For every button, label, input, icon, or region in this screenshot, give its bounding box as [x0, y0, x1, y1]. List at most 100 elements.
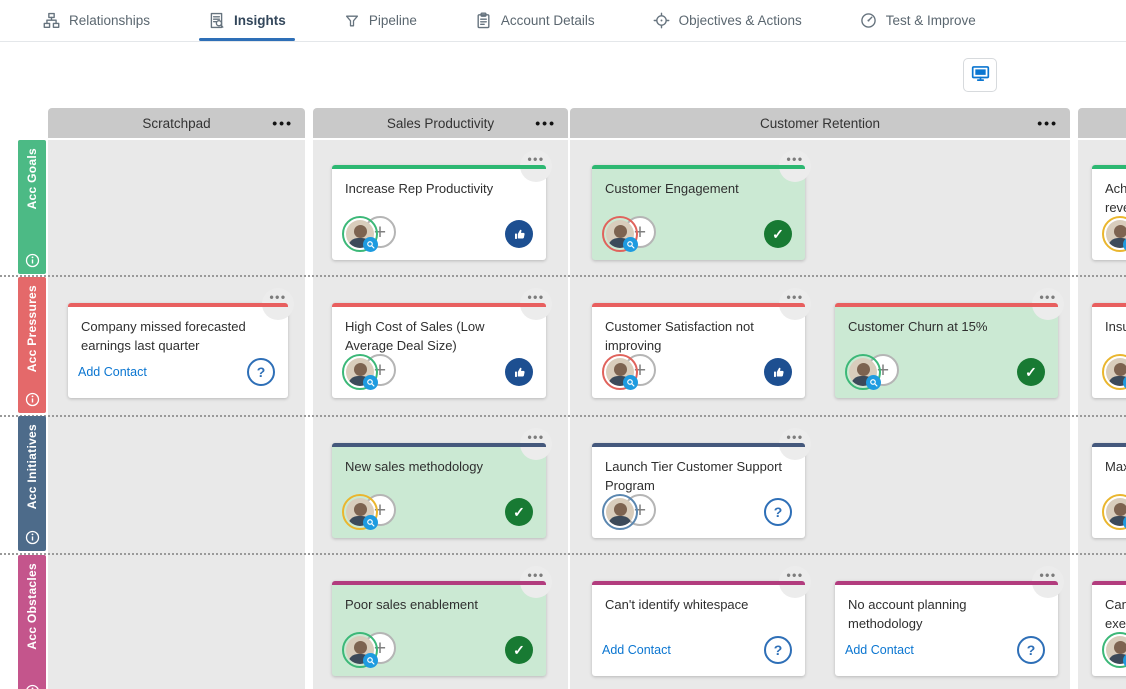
ellipsis-icon[interactable]: ••• [1037, 108, 1058, 138]
insight-card-high-cost-of-sales-low-average-deal-size[interactable]: •••High Cost of Sales (Low Average Deal … [332, 303, 546, 398]
insight-card-customer-satisfaction-not-improving[interactable]: •••Customer Satisfaction not improving+ [592, 303, 805, 398]
column-title: Scratchpad [142, 116, 210, 131]
status-question-icon[interactable]: ? [1017, 636, 1045, 664]
add-contact-link[interactable]: Add Contact [602, 643, 671, 657]
insight-card-can-t-identify-whitespace[interactable]: •••Can't identify whitespaceAdd Contact? [592, 581, 805, 676]
magnifier-badge-icon [363, 375, 378, 390]
card-title-line: No account planning methodology [848, 595, 1044, 633]
avatar[interactable] [1102, 216, 1126, 252]
row-label-text: Acc Pressures [25, 285, 39, 372]
card-footer: +✓ [342, 631, 533, 669]
insight-card-poor-sales-enablement[interactable]: •••Poor sales enablement+✓ [332, 581, 546, 676]
tab-relationships[interactable]: Relationships [14, 0, 179, 41]
contact-cluster: + [845, 354, 905, 390]
card-footer: + [342, 215, 533, 253]
ellipsis-icon[interactable]: ••• [272, 108, 293, 138]
present-button[interactable] [963, 58, 997, 92]
avatar[interactable] [602, 216, 638, 252]
ellipsis-icon[interactable]: ••• [535, 108, 556, 138]
contact-cluster: + [342, 632, 402, 668]
avatar-photo [606, 498, 634, 526]
card-title-line: Maxi [1105, 457, 1126, 476]
row-label-acc-initiatives: Acc Initiatives [18, 416, 46, 551]
avatar[interactable] [1102, 354, 1126, 390]
card-title: High Cost of Sales (Low Average Deal Siz… [332, 307, 546, 355]
monitor-icon [971, 65, 990, 85]
avatar[interactable] [1102, 632, 1126, 668]
row-separator [0, 553, 1126, 555]
contact-cluster: + [1102, 632, 1126, 668]
insight-card-can-t[interactable]: Can'texec+ [1092, 581, 1126, 676]
status-thumbs-up-icon[interactable] [764, 358, 792, 386]
magnifier-badge-icon [363, 515, 378, 530]
insight-card-customer-engagement[interactable]: •••Customer Engagement+✓ [592, 165, 805, 260]
column-header-sales-productivity: Sales Productivity••• [313, 108, 568, 138]
card-footer: + [602, 353, 792, 391]
contact-cluster: + [602, 354, 662, 390]
card-title-line: Achi [1105, 179, 1126, 198]
info-icon[interactable] [25, 392, 40, 407]
card-title: No account planning methodology [835, 585, 1058, 633]
avatar[interactable] [602, 494, 638, 530]
avatar[interactable] [845, 354, 881, 390]
contact-cluster: + [342, 216, 402, 252]
status-check-icon[interactable]: ✓ [764, 220, 792, 248]
insight-card-maxi[interactable]: Maxi+ [1092, 443, 1126, 538]
insights-board-screen: Relationships InsightsPipelineAccount Det… [0, 0, 1126, 689]
card-title-line: Can't identify whitespace [605, 595, 791, 614]
avatar[interactable] [342, 494, 378, 530]
avatar[interactable] [602, 354, 638, 390]
insight-card-increase-rep-productivity[interactable]: •••Increase Rep Productivity+ [332, 165, 546, 260]
avatar[interactable] [1102, 494, 1126, 530]
tab-account-details[interactable]: Account Details [446, 0, 624, 41]
status-question-icon[interactable]: ? [764, 636, 792, 664]
tab-pipeline[interactable]: Pipeline [315, 0, 446, 41]
avatar[interactable] [342, 354, 378, 390]
info-icon[interactable] [25, 253, 40, 268]
card-title: Launch Tier Customer Support Program [592, 447, 805, 495]
status-thumbs-up-icon[interactable] [505, 220, 533, 248]
org-chart-icon [43, 12, 60, 29]
row-label-acc-goals: Acc Goals [18, 140, 46, 274]
card-title-line: Company missed forecasted earnings last … [81, 317, 274, 355]
card-title: Customer Churn at 15% [835, 307, 1058, 336]
tab-objectives-actions[interactable]: Objectives & Actions [624, 0, 831, 41]
insight-card-achi[interactable]: Achirever+ [1092, 165, 1126, 260]
insight-card-new-sales-methodology[interactable]: •••New sales methodology+✓ [332, 443, 546, 538]
tab-label: Relationships [69, 13, 150, 28]
insight-card-company-missed-forecasted-earnings-last-quarter[interactable]: •••Company missed forecasted earnings la… [68, 303, 288, 398]
status-question-icon[interactable]: ? [247, 358, 275, 386]
insight-card-customer-churn-at-15[interactable]: •••Customer Churn at 15%+✓ [835, 303, 1058, 398]
status-check-icon[interactable]: ✓ [1017, 358, 1045, 386]
card-footer: Add Contact? [845, 631, 1045, 669]
row-label-text: Acc Obstacles [25, 563, 39, 650]
card-footer: +✓ [602, 215, 792, 253]
add-contact-link[interactable]: Add Contact [78, 365, 147, 379]
card-footer: +✓ [342, 493, 533, 531]
avatar[interactable] [342, 216, 378, 252]
tab-test-improve[interactable]: Test & Improve [831, 0, 1005, 41]
status-thumbs-up-icon[interactable] [505, 358, 533, 386]
info-icon[interactable] [25, 684, 40, 689]
insight-card-insuf[interactable]: Insuf+ [1092, 303, 1126, 398]
column-header-scratchpad: Scratchpad ••• [48, 108, 305, 138]
card-title: Achirever [1092, 169, 1126, 217]
tab-insights[interactable]: Insights [179, 0, 315, 41]
add-contact-link[interactable]: Add Contact [845, 643, 914, 657]
row-label-text: Acc Initiatives [25, 424, 39, 509]
insight-card-launch-tier-customer-support-program[interactable]: •••Launch Tier Customer Support Program+… [592, 443, 805, 538]
insight-card-no-account-planning-methodology[interactable]: •••No account planning methodologyAdd Co… [835, 581, 1058, 676]
status-question-icon[interactable]: ? [764, 498, 792, 526]
document-search-icon [208, 12, 225, 29]
card-title: Can't identify whitespace [592, 585, 805, 614]
card-footer: + [1102, 353, 1126, 391]
status-check-icon[interactable]: ✓ [505, 498, 533, 526]
info-icon[interactable] [25, 530, 40, 545]
card-footer: + [342, 353, 533, 391]
gauge-icon [860, 12, 877, 29]
row-separator [0, 415, 1126, 417]
card-title-line: Customer Satisfaction not improving [605, 317, 791, 355]
avatar[interactable] [342, 632, 378, 668]
status-check-icon[interactable]: ✓ [505, 636, 533, 664]
contact-cluster: + [1102, 354, 1126, 390]
